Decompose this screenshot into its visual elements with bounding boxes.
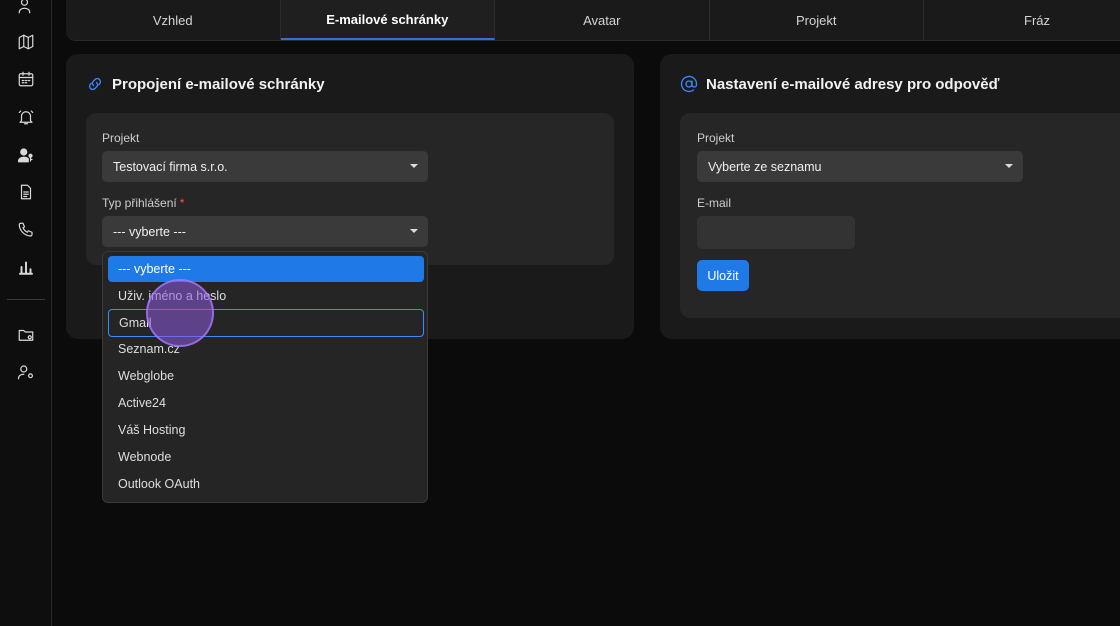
project-label: Projekt bbox=[102, 131, 140, 145]
user-icon[interactable] bbox=[16, 0, 36, 16]
mailbox-connection-title: Propojení e-mailové schránky bbox=[86, 75, 325, 93]
login-type-option[interactable]: Webglobe bbox=[108, 363, 424, 389]
document-icon[interactable] bbox=[16, 182, 36, 202]
calendar-icon[interactable] bbox=[16, 69, 36, 89]
map-icon[interactable] bbox=[16, 32, 36, 52]
user-settings-icon[interactable] bbox=[16, 362, 36, 382]
at-icon bbox=[680, 75, 698, 93]
login-type-option[interactable]: Active24 bbox=[108, 390, 424, 416]
project-select[interactable]: Testovací firma s.r.o. bbox=[102, 151, 428, 182]
folder-settings-icon[interactable] bbox=[16, 325, 36, 345]
reply-email-card: Nastavení e-mailové adresy pro odpověď P… bbox=[660, 54, 1120, 339]
bar-chart-icon[interactable] bbox=[16, 257, 36, 277]
bell-icon[interactable] bbox=[16, 107, 36, 127]
card-title-text: Nastavení e-mailové adresy pro odpověď bbox=[706, 75, 1000, 93]
caret-down-icon bbox=[410, 164, 418, 168]
login-type-dropdown: --- vyberte --- Uživ. jméno a heslo Gmai… bbox=[102, 251, 428, 503]
login-type-select[interactable]: --- vyberte --- bbox=[102, 216, 428, 247]
reply-email-title: Nastavení e-mailové adresy pro odpověď bbox=[680, 75, 999, 93]
login-type-option[interactable]: --- vyberte --- bbox=[108, 256, 424, 282]
reply-project-label: Projekt bbox=[697, 131, 735, 145]
save-button[interactable]: Uložit bbox=[697, 260, 749, 291]
login-type-option[interactable]: Outlook OAuth bbox=[108, 471, 424, 497]
tab-vzhled[interactable]: Vzhled bbox=[66, 0, 281, 40]
user-key-icon[interactable] bbox=[16, 145, 36, 165]
login-type-option[interactable]: Uživ. jméno a heslo bbox=[108, 283, 424, 309]
login-type-label: Typ přihlášení * bbox=[102, 196, 184, 210]
login-type-label-text: Typ přihlášení bbox=[102, 196, 177, 210]
mailbox-form: Projekt Testovací firma s.r.o. Typ přihl… bbox=[86, 113, 614, 265]
reply-email-form: Projekt Vyberte ze seznamu E-mail Uložit bbox=[680, 113, 1120, 318]
reply-project-select-value: Vyberte ze seznamu bbox=[708, 159, 822, 174]
sidebar-divider bbox=[7, 299, 45, 300]
login-type-option[interactable]: Váš Hosting bbox=[108, 417, 424, 443]
caret-down-icon bbox=[410, 229, 418, 233]
email-label: E-mail bbox=[697, 196, 732, 210]
tab-avatar[interactable]: Avatar bbox=[495, 0, 710, 40]
reply-project-select[interactable]: Vyberte ze seznamu bbox=[697, 151, 1023, 182]
login-type-option[interactable]: Webnode bbox=[108, 444, 424, 470]
tab-email-mailboxes[interactable]: E-mailové schránky bbox=[280, 0, 495, 40]
caret-down-icon bbox=[1005, 164, 1013, 168]
tab-projekt[interactable]: Projekt bbox=[710, 0, 924, 40]
phone-icon[interactable] bbox=[16, 220, 36, 240]
required-mark: * bbox=[179, 196, 185, 210]
login-type-select-value: --- vyberte --- bbox=[113, 224, 186, 239]
settings-tabs: Vzhled E-mailové schránky Avatar Projekt… bbox=[66, 0, 1120, 41]
login-type-option[interactable]: Gmail bbox=[108, 309, 424, 337]
card-title-text: Propojení e-mailové schránky bbox=[112, 75, 325, 93]
sidebar bbox=[0, 0, 52, 626]
tab-fraze[interactable]: Fráz bbox=[924, 0, 1120, 40]
email-input[interactable] bbox=[697, 216, 855, 249]
login-type-option[interactable]: Seznam.cz bbox=[108, 336, 424, 362]
link-icon bbox=[88, 77, 102, 91]
project-select-value: Testovací firma s.r.o. bbox=[113, 159, 228, 174]
